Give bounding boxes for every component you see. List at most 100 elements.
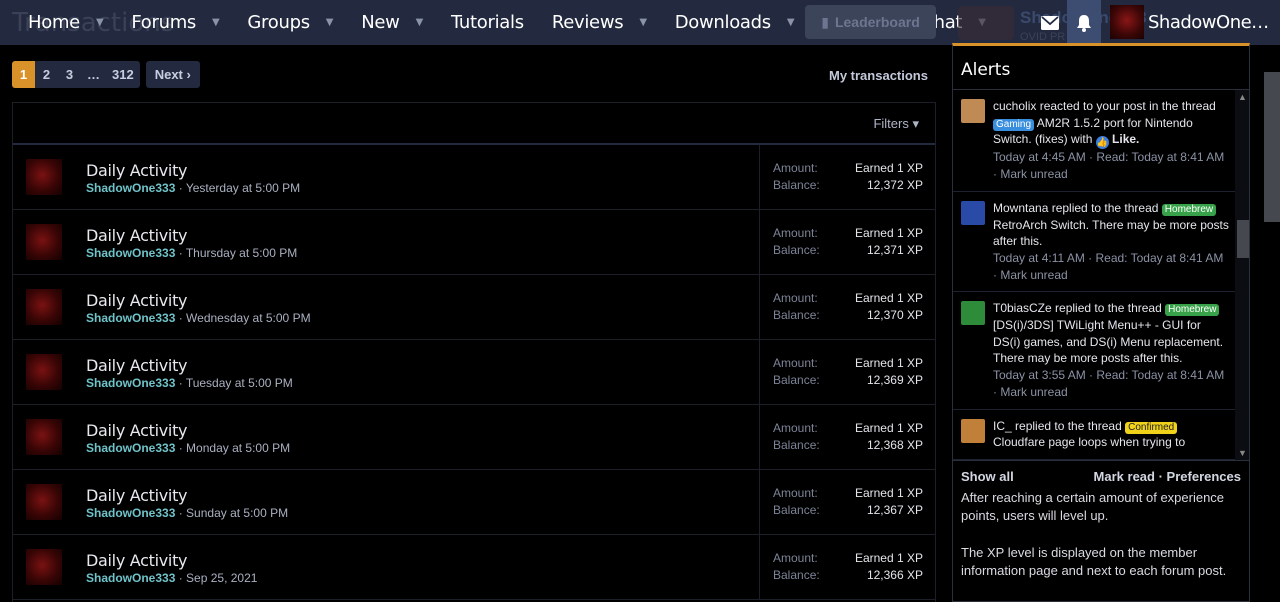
nav-item-tutorials[interactable]: Tutorials <box>437 0 538 45</box>
thread-prefix-tag: Confirmed <box>1125 421 1178 434</box>
alert-reaction: Like. <box>1112 132 1140 147</box>
alerts-scroll-thumb[interactable] <box>1237 220 1249 258</box>
show-all-link[interactable]: Show all <box>961 469 1014 484</box>
inbox-icon[interactable] <box>1033 0 1067 45</box>
alert-thread-title[interactable]: RetroArch Switch. There may be more post… <box>993 218 1229 249</box>
avatar[interactable] <box>26 549 62 585</box>
amount-label: Amount: <box>773 226 818 240</box>
transaction-user-link[interactable]: ShadowOne333 <box>86 506 175 520</box>
avatar[interactable] <box>26 419 62 455</box>
transaction-user-link[interactable]: ShadowOne333 <box>86 311 175 325</box>
amount-label: Amount: <box>773 486 818 500</box>
balance-label: Balance: <box>773 503 820 517</box>
my-transactions-link[interactable]: My transactions <box>829 68 928 83</box>
transaction-user-link[interactable]: ShadowOne333 <box>86 246 175 260</box>
chevron-down-icon[interactable]: ▼ <box>326 17 334 28</box>
nav-item-reviews[interactable]: Reviews ▼ <box>538 0 661 45</box>
alert-user[interactable]: T0biasCZe <box>993 301 1052 315</box>
nav-username[interactable]: ShadowOne… <box>1148 12 1269 33</box>
nav-item-groups[interactable]: Groups ▼ <box>233 0 347 45</box>
transaction-stats: Amount: Earned 1 XP Balance: 12,368 XP <box>759 405 936 469</box>
scroll-up-icon[interactable]: ▲ <box>1238 92 1247 102</box>
scroll-down-icon[interactable]: ▼ <box>1238 448 1247 458</box>
amount-value: Earned 1 XP <box>854 356 923 370</box>
filters-button[interactable]: Filters ▾ <box>873 116 919 132</box>
alert-user[interactable]: Mowntana <box>993 201 1048 215</box>
page-link[interactable]: 3 <box>58 61 81 88</box>
transaction-row: Daily Activity ShadowOne333 · Thursday at… <box>13 210 935 275</box>
alerts-footer-actions: Mark read · Preferences <box>1094 469 1241 484</box>
alert-time[interactable]: Today at 4:11 AM · Read: Today at 8:41 A… <box>993 250 1229 283</box>
meta-separator: · <box>175 506 187 520</box>
transaction-title: Daily Activity <box>86 551 188 570</box>
transaction-user-link[interactable]: ShadowOne333 <box>86 181 175 195</box>
alert-user-avatar[interactable] <box>961 301 985 326</box>
balance-value: 12,368 XP <box>866 438 923 452</box>
balance-value: 12,370 XP <box>866 308 923 322</box>
amount-label: Amount: <box>773 291 818 305</box>
alert-item[interactable]: T0biasCZe replied to the thread Homebrew… <box>953 292 1235 410</box>
nav-item-label: Tutorials <box>450 12 524 33</box>
nav-item-new[interactable]: New ▼ <box>347 0 437 45</box>
nav-item-home[interactable]: Home ▼ <box>0 0 117 45</box>
alert-user-avatar[interactable] <box>961 418 985 443</box>
next-page-button[interactable]: Next › <box>145 61 200 88</box>
alert-time[interactable]: Today at 4:45 AM · Read: Today at 8:41 A… <box>993 149 1229 182</box>
alert-item[interactable]: Mowntana replied to the thread Homebrew … <box>953 192 1235 293</box>
alert-time[interactable]: Today at 3:55 AM · Read: Today at 8:41 A… <box>993 367 1229 400</box>
filter-bar: Filters ▾ <box>13 103 935 145</box>
transaction-title: Daily Activity <box>86 226 188 245</box>
avatar[interactable] <box>26 289 62 325</box>
nav-item-forums[interactable]: Forums ▼ <box>117 0 233 45</box>
transaction-time: Wednesday at 5:00 PM <box>186 311 311 325</box>
preferences-link[interactable]: Preferences <box>1167 469 1241 484</box>
chevron-down-icon[interactable]: ▼ <box>212 17 220 28</box>
page-link[interactable]: … <box>81 61 106 88</box>
transaction-user-link[interactable]: ShadowOne333 <box>86 441 175 455</box>
mark-read-link[interactable]: Mark read <box>1094 469 1155 484</box>
transaction-stats: Amount: Earned 1 XP Balance: 12,367 XP <box>759 470 936 534</box>
transaction-time: Sep 25, 2021 <box>186 571 258 585</box>
user-avatar[interactable] <box>1110 5 1144 39</box>
page-link[interactable]: 312 <box>106 61 140 88</box>
chevron-down-icon[interactable]: ▼ <box>787 17 795 28</box>
leaderboard-button[interactable]: ▮ Leaderboard <box>805 5 936 39</box>
alerts-scrollbar[interactable]: ▲ ▼ <box>1235 90 1249 460</box>
amount-label: Amount: <box>773 551 818 565</box>
alert-action: replied to the thread <box>1048 200 1162 215</box>
nav-item-label: Groups <box>247 12 310 33</box>
nav-item-downloads[interactable]: Downloads ▼ <box>661 0 809 45</box>
chevron-down-icon[interactable]: ▼ <box>639 17 647 28</box>
page-scrollbar-thumb[interactable] <box>1264 72 1280 222</box>
avatar[interactable] <box>26 484 62 520</box>
meta-separator: · <box>175 376 186 390</box>
alert-thread-title[interactable]: [DS(i)/3DS] TWiLight Menu++ - GUI for DS… <box>993 318 1223 365</box>
alert-user[interactable]: cucholix <box>993 99 1036 113</box>
avatar[interactable] <box>26 159 62 195</box>
avatar[interactable] <box>26 224 62 260</box>
alert-item[interactable]: IC_ replied to the thread Confirmed Clou… <box>953 410 1235 460</box>
transaction-user-link[interactable]: ShadowOne333 <box>86 376 175 390</box>
alert-user[interactable]: IC_ <box>993 419 1012 433</box>
alert-action: replied to the thread <box>1011 418 1126 433</box>
nav-item-label: Downloads <box>674 12 771 33</box>
transactions-list: Filters ▾ Daily Activity ShadowOne333 · Y… <box>12 102 936 602</box>
meta-separator: · <box>175 246 186 260</box>
transaction-time: Thursday at 5:00 PM <box>185 246 298 260</box>
alert-thread-title[interactable]: Cloudfare page loops when trying to <box>993 435 1185 449</box>
chevron-down-icon[interactable]: ▼ <box>96 17 104 28</box>
alert-user-avatar[interactable] <box>961 200 985 225</box>
nav-item-label: Reviews <box>551 12 624 33</box>
transaction-user-link[interactable]: ShadowOne333 <box>86 571 175 585</box>
transaction-title: Daily Activity <box>86 161 188 180</box>
balance-value: 12,366 XP <box>866 568 923 582</box>
alerts-bell-icon[interactable] <box>1067 0 1101 45</box>
thread-prefix-tag: Homebrew <box>1165 304 1220 317</box>
nav-item-label: New <box>361 12 400 33</box>
page-link[interactable]: 1 <box>12 61 35 88</box>
alert-user-avatar[interactable] <box>961 99 985 123</box>
avatar[interactable] <box>26 354 62 390</box>
alert-item[interactable]: cucholix reacted to your post in the thr… <box>953 90 1235 192</box>
chevron-down-icon[interactable]: ▼ <box>416 17 424 28</box>
page-link[interactable]: 2 <box>35 61 58 88</box>
